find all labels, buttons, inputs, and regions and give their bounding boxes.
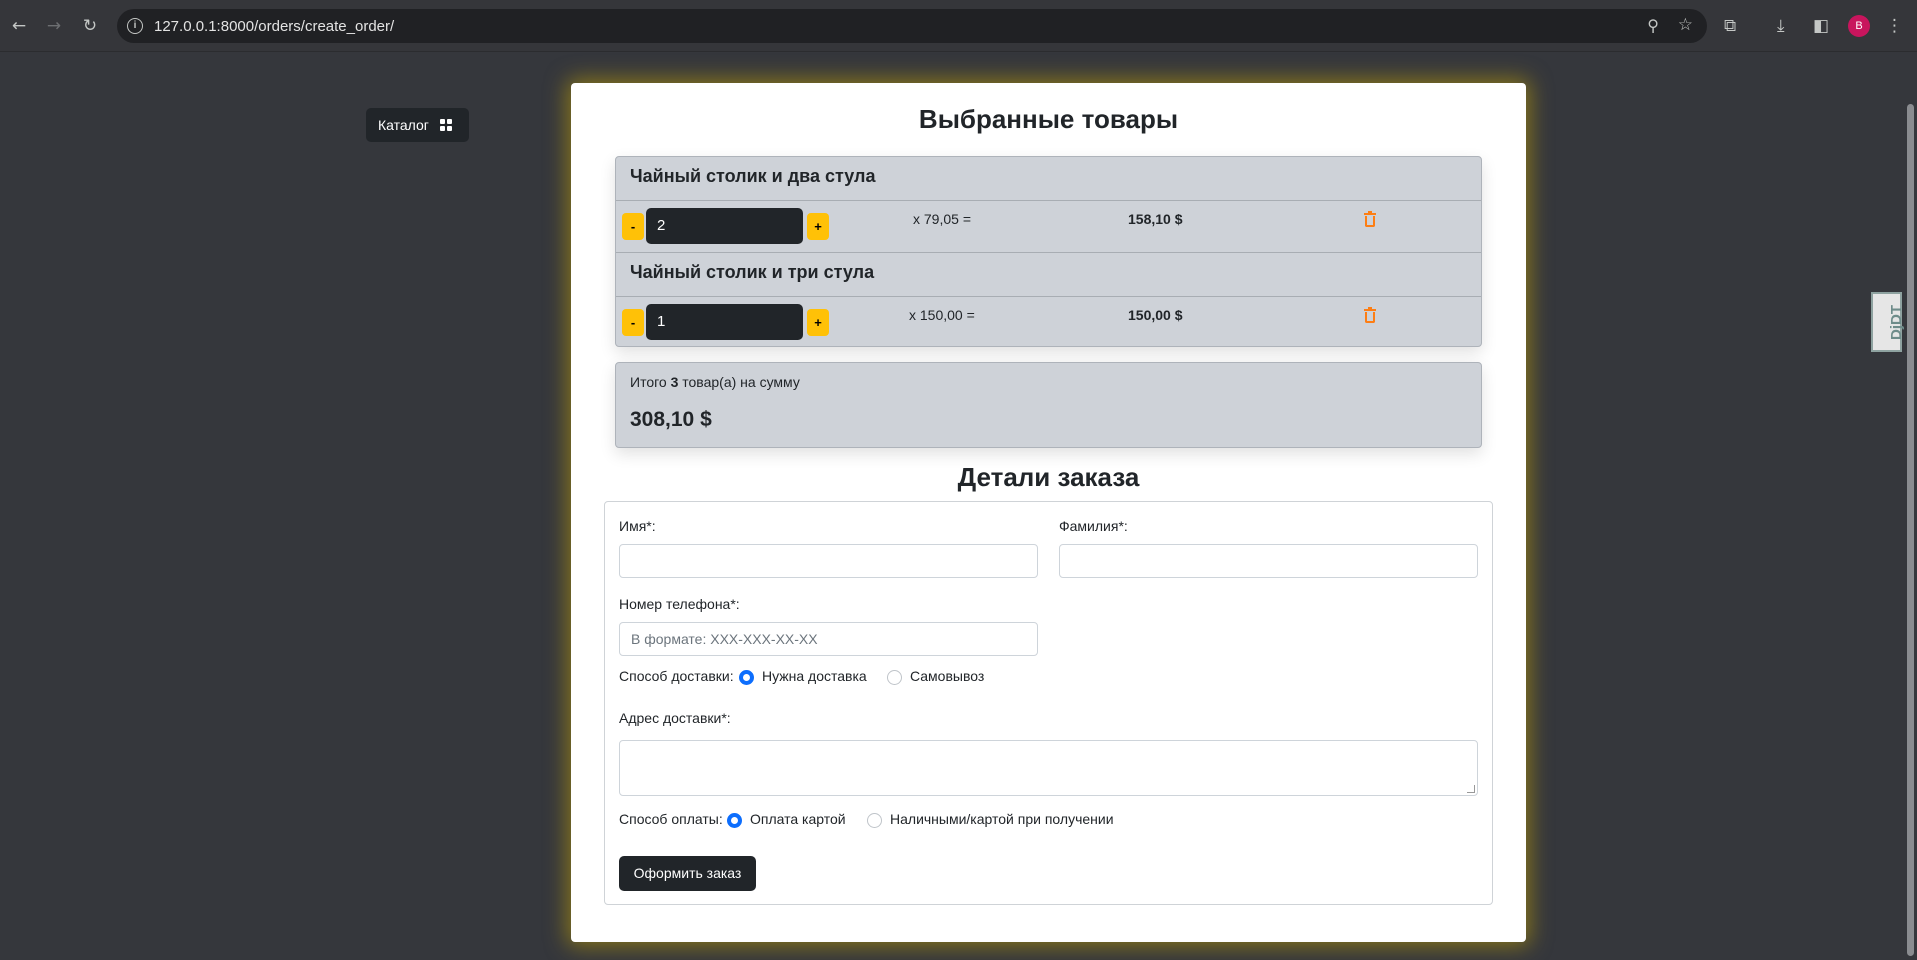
catalog-label: Каталог	[378, 117, 429, 133]
download-icon[interactable]: ⤓	[1777, 14, 1785, 38]
address-bar[interactable]: i 127.0.0.1:8000/orders/create_order/ ⚲ …	[117, 9, 1707, 43]
page-scrollbar[interactable]	[1903, 52, 1917, 960]
djdt-toolbar-handle[interactable]: DjDT	[1871, 292, 1905, 352]
summary-prefix: Итого	[630, 374, 671, 390]
first-name-label: Имя*:	[619, 518, 656, 534]
unit-price: x 79,05 =	[913, 211, 971, 227]
cash-payment-radio[interactable]	[867, 813, 882, 828]
card-payment-radio[interactable]	[727, 813, 742, 828]
site-info-icon[interactable]: i	[127, 18, 143, 34]
summary-text: Итого 3 товар(а) на сумму	[630, 374, 800, 390]
catalog-button[interactable]: Каталог	[366, 108, 469, 142]
payment-method-label: Способ оплаты:	[619, 811, 723, 827]
cart-item-header: Чайный столик и три стула	[616, 253, 1481, 297]
cash-payment-label[interactable]: Наличными/картой при получении	[890, 811, 1114, 827]
cart-summary: Итого 3 товар(а) на сумму 308,10 $	[615, 362, 1482, 448]
browser-toolbar: ← → ↻ i 127.0.0.1:8000/orders/create_ord…	[0, 0, 1917, 52]
bookmark-star-icon[interactable]: ☆	[1678, 15, 1693, 35]
djdt-label: DjDT	[1888, 305, 1905, 340]
summary-suffix: товар(а) на сумму	[678, 374, 800, 390]
cart-title: Выбранные товары	[918, 104, 1179, 134]
unit-price: x 150,00 =	[909, 307, 975, 323]
last-name-label: Фамилия*:	[1059, 518, 1128, 534]
cart-item-row: - 1 + x 150,00 = 150,00 $	[616, 297, 1481, 346]
delivery-radio[interactable]	[739, 670, 754, 685]
trash-icon[interactable]	[1364, 307, 1376, 323]
order-form: Имя*: Фамилия*: Номер телефона*: В форма…	[604, 501, 1493, 905]
pickup-option-label[interactable]: Самовывоз	[910, 668, 984, 684]
side-panel-icon[interactable]: ◧	[1813, 14, 1829, 38]
quantity-input[interactable]: 2	[646, 208, 803, 244]
increase-quantity-button[interactable]: +	[807, 213, 829, 240]
cart-item-header: Чайный столик и два стула	[616, 157, 1481, 201]
scrollbar-thumb[interactable]	[1907, 104, 1914, 956]
quantity-input[interactable]: 1	[646, 304, 803, 340]
browser-menu-icon[interactable]: ⋮	[1886, 14, 1903, 38]
resize-handle-icon[interactable]	[1467, 785, 1475, 793]
first-name-input[interactable]	[619, 544, 1038, 578]
address-label: Адрес доставки*:	[619, 710, 731, 726]
zoom-icon[interactable]: ⚲	[1647, 16, 1659, 35]
reload-icon[interactable]: ↻	[78, 14, 102, 38]
cart-items: Чайный столик и два стула - 2 + x 79,05 …	[615, 156, 1482, 347]
trash-icon[interactable]	[1364, 211, 1376, 227]
delivery-method-label: Способ доставки:	[619, 668, 734, 684]
decrease-quantity-button[interactable]: -	[622, 213, 644, 240]
url-text[interactable]: 127.0.0.1:8000/orders/create_order/	[154, 18, 394, 35]
phone-input[interactable]: В формате: XXX-XXX-XX-XX	[619, 622, 1038, 656]
back-icon[interactable]: ←	[7, 14, 31, 38]
line-total: 158,10 $	[1128, 211, 1183, 227]
submit-order-button[interactable]: Оформить заказ	[619, 856, 756, 891]
card-payment-label[interactable]: Оплата картой	[750, 811, 846, 827]
order-details-title: Детали заказа	[957, 462, 1140, 492]
phone-label: Номер телефона*:	[619, 596, 740, 612]
cart-item-name: Чайный столик и два стула	[630, 166, 876, 186]
profile-avatar[interactable]: B	[1848, 15, 1870, 37]
grid-icon	[440, 119, 453, 132]
line-total: 150,00 $	[1128, 307, 1183, 323]
order-card: Выбранные товары Чайный столик и два сту…	[571, 83, 1526, 942]
cart-item-name: Чайный столик и три стула	[630, 262, 875, 282]
extensions-icon[interactable]: ⧉	[1724, 14, 1736, 38]
decrease-quantity-button[interactable]: -	[622, 309, 644, 336]
cart-item-row: - 2 + x 79,05 = 158,10 $	[616, 201, 1481, 253]
forward-icon[interactable]: →	[42, 14, 66, 38]
address-textarea[interactable]	[619, 740, 1478, 796]
last-name-input[interactable]	[1059, 544, 1478, 578]
increase-quantity-button[interactable]: +	[807, 309, 829, 336]
summary-total: 308,10 $	[630, 408, 712, 431]
pickup-radio[interactable]	[887, 670, 902, 685]
delivery-option-label[interactable]: Нужна доставка	[762, 668, 867, 684]
